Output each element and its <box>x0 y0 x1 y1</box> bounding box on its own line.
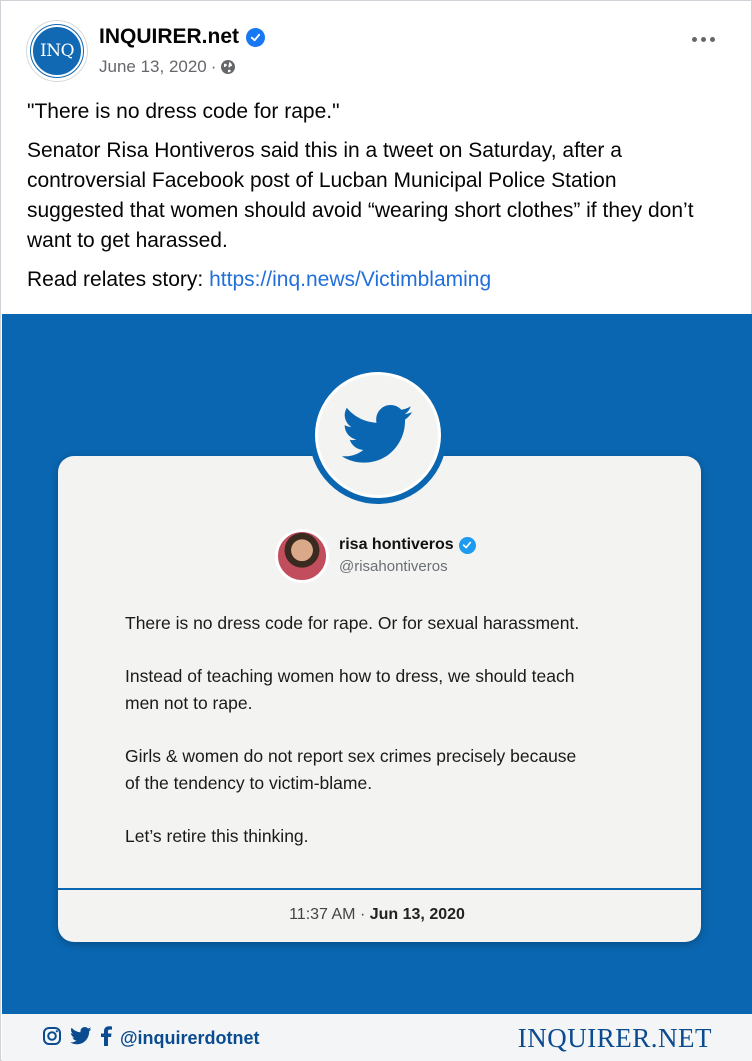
tweet-verified-icon <box>458 536 476 554</box>
more-options-icon[interactable] <box>692 37 715 42</box>
facebook-icon <box>100 1025 112 1051</box>
page-name[interactable]: INQUIRER.net <box>99 25 239 49</box>
meta-separator: · <box>210 57 217 76</box>
tweet-author-name: risa hontiveros <box>339 536 454 553</box>
verified-badge-icon <box>246 27 266 47</box>
page-avatar[interactable]: INQ <box>27 21 87 81</box>
twitter-icon <box>70 1026 92 1050</box>
globe-icon <box>220 59 236 75</box>
post-image[interactable]: risa hontiveros @risahontiveros There is… <box>2 314 752 1061</box>
tweet-line: Girls & women do not report sex crimes p… <box>125 746 577 793</box>
caption-quote: "There is no dress code for rape." <box>27 100 340 123</box>
social-handles: @inquirerdotnet <box>42 1025 260 1051</box>
avatar-logo-text: INQ <box>31 25 83 77</box>
instagram-icon <box>42 1026 62 1051</box>
story-link[interactable]: https://inq.news/Victimblaming <box>209 268 491 291</box>
footer-brand: INQUIRER.NET <box>517 1022 712 1053</box>
read-more-prefix: Read relates story: <box>27 268 210 291</box>
card-divider <box>58 888 701 890</box>
facebook-post: INQ INQUIRER.net June 13, 2020 · "There … <box>0 0 752 1061</box>
tweet-line: Let’s retire this thinking. <box>125 826 309 846</box>
tweet-line: There is no dress code for rape. Or for … <box>125 613 580 633</box>
tweet-body: There is no dress code for rape. Or for … <box>125 610 665 876</box>
post-caption: "There is no dress code for rape." Senat… <box>27 97 717 304</box>
footer-handle: @inquirerdotnet <box>120 1027 260 1048</box>
tweet-time: 11:37 AM · <box>289 906 370 923</box>
tweet-line: Instead of teaching women how to dress, … <box>125 666 575 713</box>
caption-read-more: Read relates story: https://inq.news/Vic… <box>27 265 717 295</box>
post-meta: June 13, 2020 · <box>99 57 236 77</box>
image-footer-strip: @inquirerdotnet INQUIRER.NET <box>2 1014 752 1061</box>
tweet-timestamp: 11:37 AM · Jun 13, 2020 <box>2 906 752 924</box>
page-name-row: INQUIRER.net <box>99 25 266 49</box>
caption-body: Senator Risa Hontiveros said this in a t… <box>27 139 694 252</box>
tweet-avatar <box>275 529 329 583</box>
post-date[interactable]: June 13, 2020 <box>99 57 207 77</box>
tweet-name-row: risa hontiveros <box>339 536 476 554</box>
twitter-bird-icon <box>309 366 447 504</box>
tweet-date: Jun 13, 2020 <box>369 906 465 923</box>
tweet-handle: @risahontiveros <box>339 558 448 575</box>
